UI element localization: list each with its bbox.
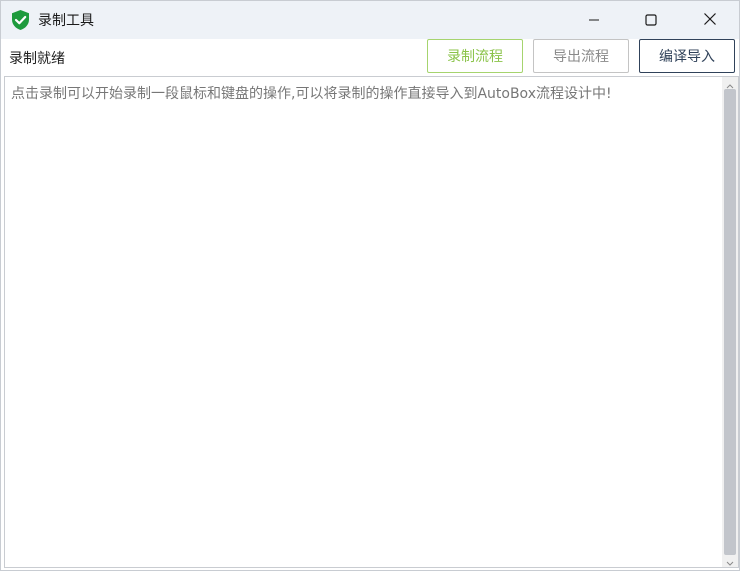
toolbar: 录制就绪 录制流程 导出流程 编译导入: [1, 39, 739, 75]
scroll-up-arrow-icon[interactable]: [722, 77, 738, 89]
shield-check-icon: [10, 9, 31, 31]
export-flow-button[interactable]: 导出流程: [533, 39, 629, 73]
status-label: 录制就绪: [9, 51, 65, 67]
recording-tool-window: 录制工具 录制就绪 录制流程 导出流程 编译导入 点击录制可以开始录制一段鼠标和…: [0, 0, 740, 571]
close-button[interactable]: [682, 1, 738, 39]
editor-content[interactable]: 点击录制可以开始录制一段鼠标和键盘的操作,可以将录制的操作直接导入到AutoBo…: [11, 85, 716, 103]
maximize-icon: [645, 11, 657, 30]
record-flow-button[interactable]: 录制流程: [427, 39, 523, 73]
scrollbar-thumb[interactable]: [724, 89, 736, 555]
maximize-button[interactable]: [623, 1, 679, 39]
compile-import-button[interactable]: 编译导入: [639, 39, 735, 73]
minimize-icon: [588, 11, 600, 30]
minimize-button[interactable]: [566, 1, 622, 39]
window-title: 录制工具: [38, 13, 94, 29]
recording-text-area[interactable]: 点击录制可以开始录制一段鼠标和键盘的操作,可以将录制的操作直接导入到AutoBo…: [4, 76, 739, 568]
scroll-down-arrow-icon[interactable]: [722, 555, 738, 567]
title-bar[interactable]: 录制工具: [1, 1, 739, 39]
close-icon: [703, 11, 717, 30]
vertical-scrollbar[interactable]: [722, 77, 738, 567]
